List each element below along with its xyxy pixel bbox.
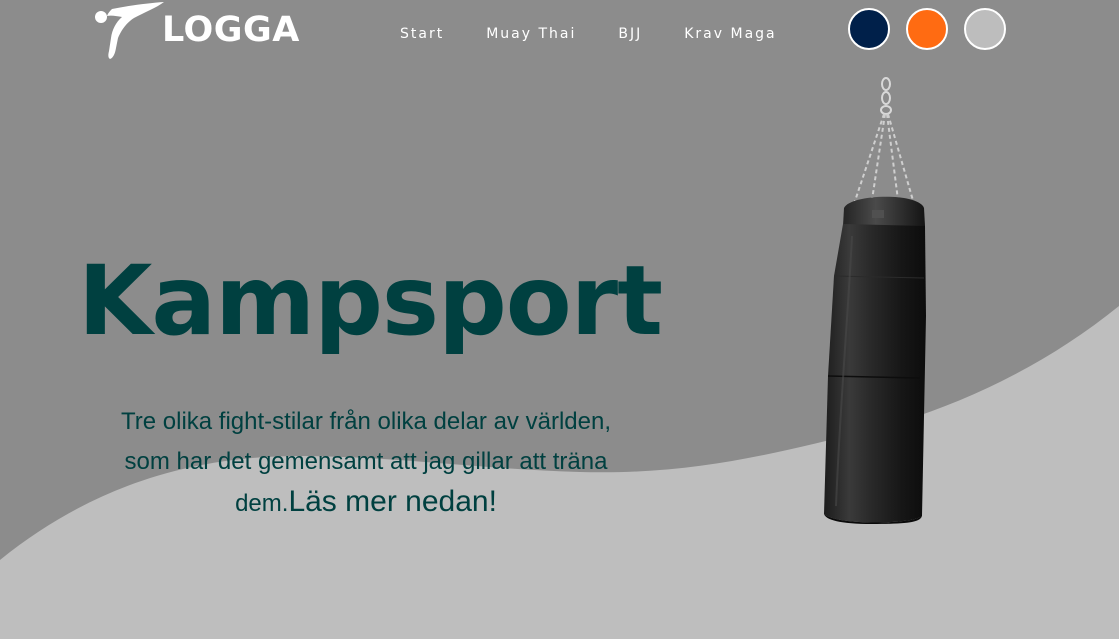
theme-swatch-gray[interactable] [964,8,1006,50]
brand-logo[interactable]: LOGGA [92,2,322,60]
nav-link-krav-maga[interactable]: Krav Maga [684,24,776,44]
nav-link-bjj[interactable]: BJJ [618,24,642,44]
hero-description: Tre olika fight-stilar från olika delar … [96,402,636,524]
hero-title: Kampsport [78,245,663,357]
theme-swatch-orange[interactable] [906,8,948,50]
hero-cta-text: Läs mer nedan! [288,485,497,518]
kicking-figure-icon [95,2,164,59]
punching-bag-icon [824,77,926,524]
nav-link-muay-thai[interactable]: Muay Thai [486,24,576,44]
theme-swatch-navy[interactable] [848,8,890,50]
logo-text: LOGGA [162,10,300,50]
site-header: LOGGA Start Muay Thai BJJ Krav Maga [0,0,1119,68]
main-nav: Start Muay Thai BJJ Krav Maga [400,24,777,44]
nav-link-start[interactable]: Start [400,24,444,44]
theme-swatches [848,8,1006,50]
landing-page: LOGGA Start Muay Thai BJJ Krav Maga Kamp… [0,0,1119,639]
